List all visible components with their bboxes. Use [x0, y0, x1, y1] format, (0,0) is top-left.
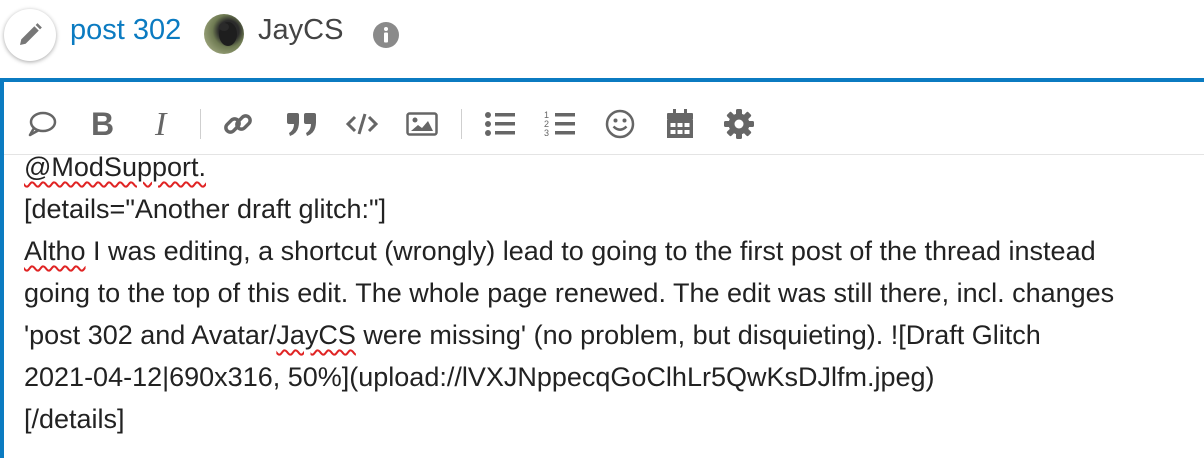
- image-upload-button[interactable]: [402, 104, 442, 144]
- options-button[interactable]: [719, 104, 759, 144]
- emoji-button[interactable]: [600, 104, 640, 144]
- toolbar-divider: [461, 109, 462, 139]
- numbered-list-icon: 1 2 3: [544, 110, 575, 138]
- text-line: @ModSupport.: [24, 156, 206, 182]
- bullet-list-icon: [485, 112, 515, 136]
- misspelled-word: JayCS: [276, 320, 356, 350]
- italic-button[interactable]: I: [143, 104, 183, 144]
- quote-icon: [28, 111, 57, 137]
- italic-icon: I: [154, 108, 168, 140]
- edit-toggle-button[interactable]: [4, 9, 56, 61]
- svg-text:3: 3: [544, 128, 549, 138]
- link-icon: [224, 114, 252, 134]
- post-link[interactable]: post 302: [70, 14, 181, 47]
- text-line: 2021-04-12|690x316, 50%](upload://lVXJNp…: [24, 362, 935, 392]
- bullet-list-button[interactable]: [480, 104, 520, 144]
- avatar[interactable]: [204, 14, 244, 54]
- text-line: [/details]: [24, 404, 125, 434]
- gear-icon: [724, 109, 754, 139]
- insert-date-button[interactable]: [660, 104, 700, 144]
- image-icon: [406, 112, 438, 136]
- bold-button[interactable]: B: [83, 104, 123, 144]
- code-button[interactable]: [342, 104, 382, 144]
- svg-text:I: I: [154, 108, 168, 140]
- composer-header: post 302 JayCS: [0, 0, 1204, 78]
- svg-text:B: B: [91, 108, 114, 140]
- editor-toolbar: B I 1 2 3: [4, 82, 1204, 155]
- emoji-icon: [605, 109, 635, 139]
- text-line: 'post 302 and Avatar/JayCS were missing'…: [24, 320, 1041, 350]
- link-button[interactable]: [218, 104, 258, 144]
- username-label[interactable]: JayCS: [258, 14, 343, 47]
- blockquote-icon: [287, 113, 316, 136]
- text-line: Altho I was editing, a shortcut (wrongly…: [24, 236, 1096, 266]
- blockquote-button[interactable]: [282, 104, 322, 144]
- composer-editor: B I 1 2 3 @ModSupport. [details="Another…: [0, 78, 1204, 458]
- numbered-list-button[interactable]: 1 2 3: [540, 104, 580, 144]
- code-icon: [345, 113, 379, 135]
- text-line: going to the top of this edit. The whole…: [24, 278, 1115, 308]
- quote-reply-button[interactable]: [22, 104, 62, 144]
- composer-textarea[interactable]: @ModSupport. [details="Another draft gli…: [24, 156, 1204, 452]
- info-icon[interactable]: [371, 20, 401, 50]
- bold-icon: B: [91, 108, 114, 140]
- text-line: [details="Another draft glitch:"]: [24, 194, 387, 224]
- toolbar-divider: [200, 109, 201, 139]
- calendar-icon: [667, 109, 693, 138]
- pencil-icon: [20, 23, 42, 45]
- misspelled-word: Altho: [24, 236, 86, 266]
